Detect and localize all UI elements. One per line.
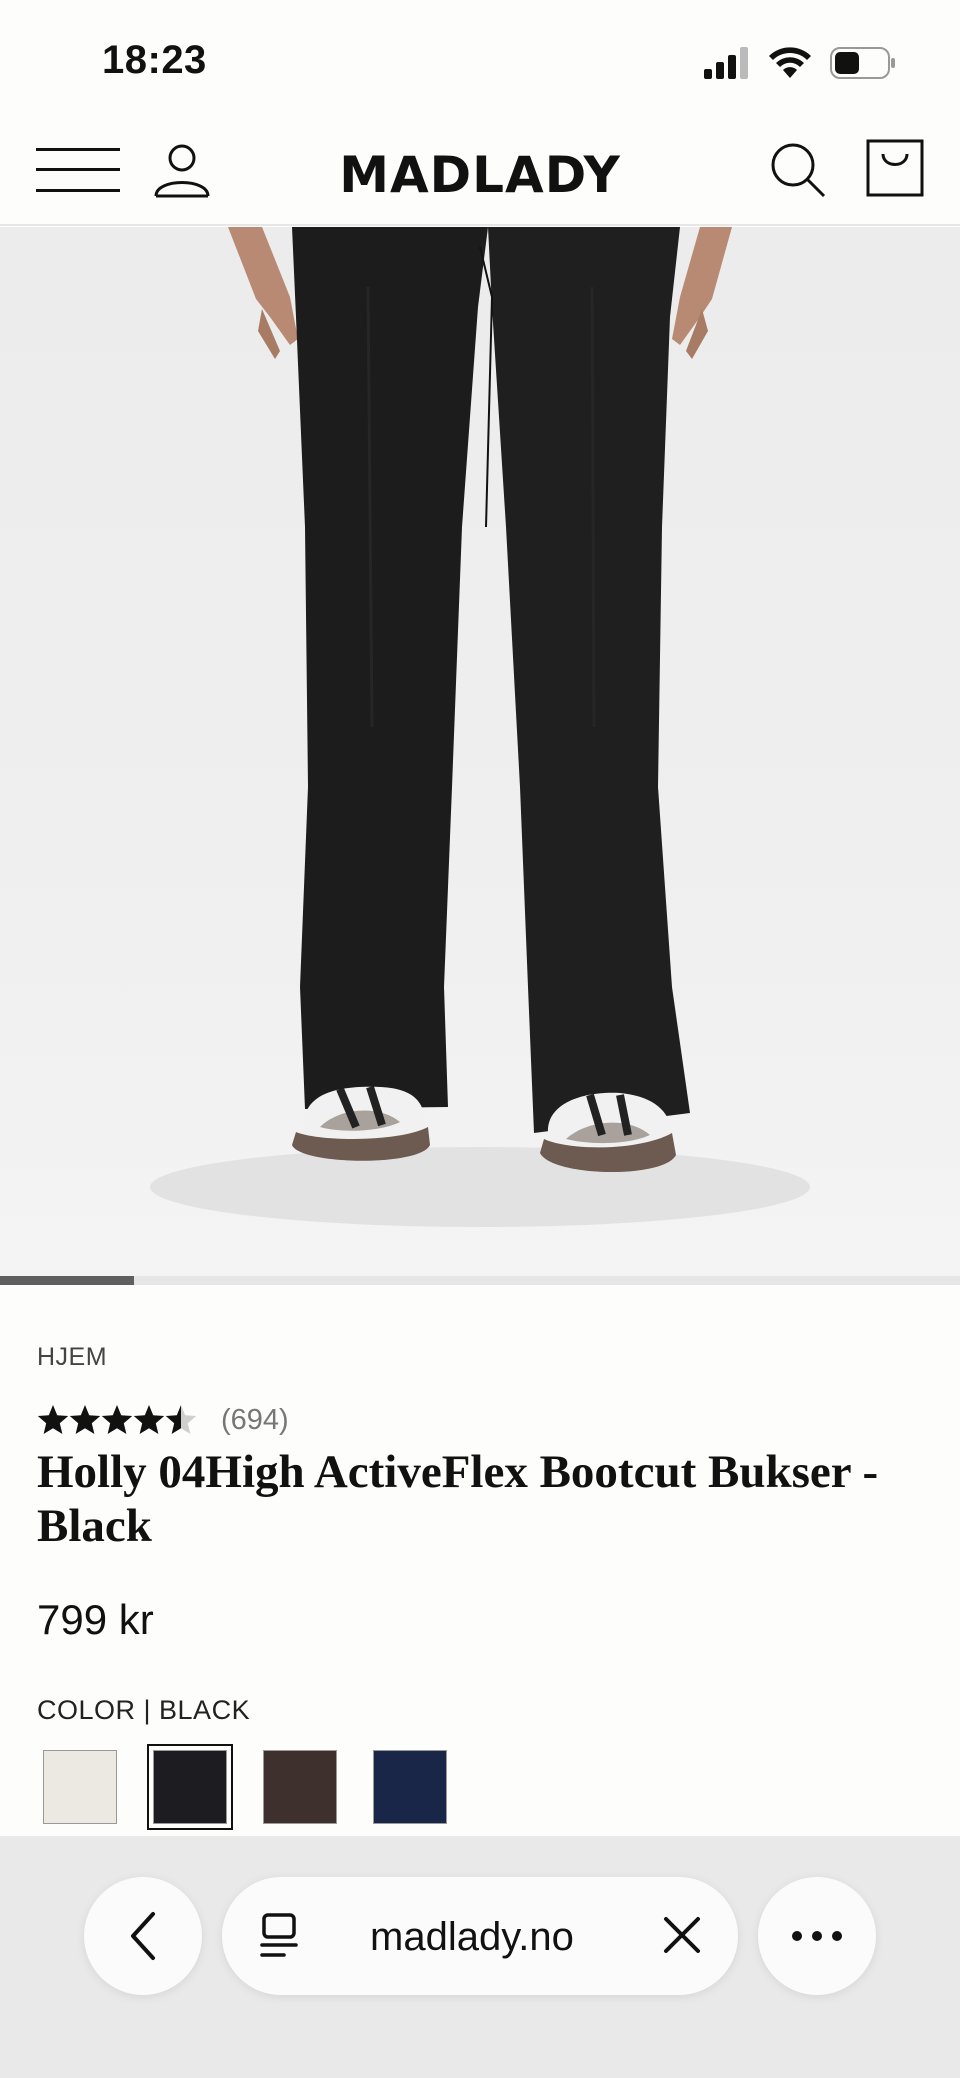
color-swatch[interactable] (263, 1750, 337, 1824)
product-price: 799 kr (37, 1596, 154, 1643)
color-swatch-wrap[interactable] (37, 1744, 123, 1830)
battery-icon (830, 47, 895, 79)
product-title: Holly 04High ActiveFlex Bootcut Bukser -… (37, 1446, 879, 1552)
shopping-bag-icon[interactable] (864, 136, 926, 200)
product-photo-pants (150, 227, 810, 1227)
review-count[interactable]: (694) (221, 1404, 289, 1437)
status-time: 18:23 (102, 38, 207, 82)
chevron-left-icon (131, 1912, 155, 1960)
page-menu-icon[interactable] (258, 1911, 302, 1961)
color-swatch-wrap[interactable] (147, 1744, 233, 1830)
color-swatch-wrap[interactable] (367, 1744, 453, 1830)
status-bar: 18:23 (0, 0, 960, 126)
carousel-progress-fill (0, 1276, 135, 1285)
color-swatch[interactable] (43, 1750, 117, 1824)
carousel-progress (0, 1276, 960, 1285)
color-swatch[interactable] (373, 1750, 447, 1824)
rating-row[interactable]: (694) (37, 1403, 289, 1437)
site-header: MADLADY (0, 126, 960, 226)
more-options-button[interactable] (758, 1877, 876, 1995)
address-bar[interactable]: madlady.no (222, 1877, 738, 1995)
more-dots-icon (792, 1931, 842, 1941)
product-image[interactable] (0, 227, 960, 1277)
color-swatch[interactable] (153, 1750, 227, 1824)
close-icon[interactable] (660, 1913, 704, 1957)
color-swatch-wrap[interactable] (257, 1744, 343, 1830)
status-icons (704, 44, 896, 82)
cellular-signal-icon (704, 47, 748, 79)
browser-toolbar: madlady.no (0, 1836, 960, 2078)
star-rating-icon (37, 1405, 197, 1434)
back-button[interactable] (84, 1877, 202, 1995)
search-icon[interactable] (766, 138, 830, 202)
url-text[interactable]: madlady.no (370, 1915, 574, 1960)
color-label: COLOR | BLACK (37, 1695, 251, 1725)
wifi-icon (769, 47, 811, 78)
rating-stars (37, 1403, 209, 1437)
breadcrumb[interactable]: HJEM (37, 1343, 107, 1372)
color-swatches (37, 1744, 453, 1830)
